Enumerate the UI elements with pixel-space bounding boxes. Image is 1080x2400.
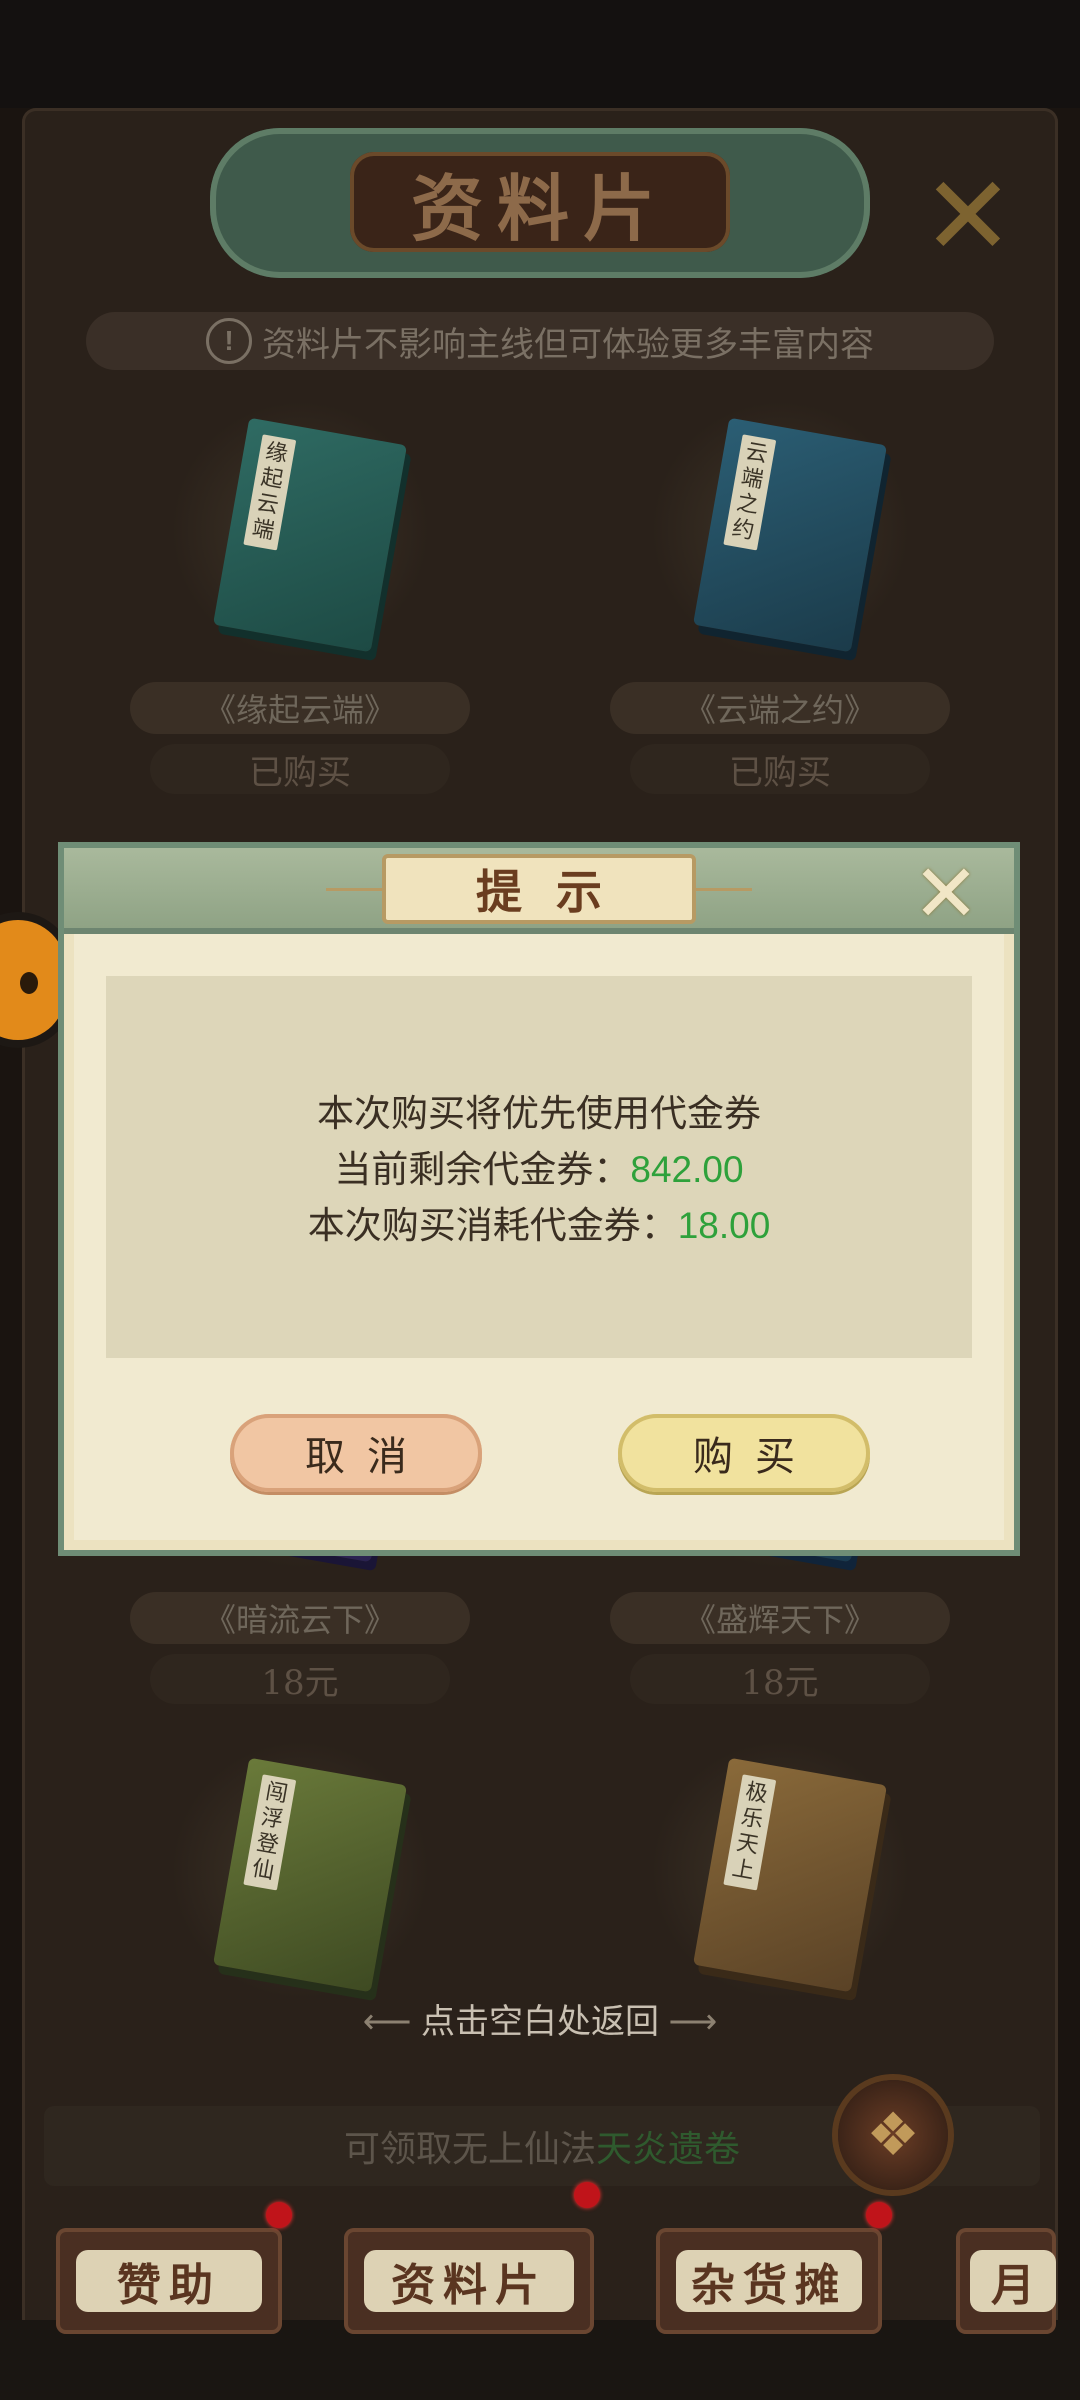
dialog-header: 提示 ✕ — [64, 848, 1014, 934]
purchase-dialog: 提示 ✕ 本次购买将优先使用代金券 当前剩余代金券：842.00 本次购买消耗代… — [64, 848, 1014, 1550]
cancel-button[interactable]: 取消 — [230, 1414, 482, 1492]
dialog-content: 本次购买将优先使用代金券 当前剩余代金券：842.00 本次购买消耗代金券：18… — [106, 976, 972, 1358]
dialog-close-icon[interactable]: ✕ — [910, 854, 982, 934]
cost-vouchers: 18.00 — [677, 1205, 771, 1246]
dialog-title: 提示 — [382, 854, 696, 924]
message-line-3: 本次购买消耗代金券：18.00 — [307, 1205, 771, 1246]
buy-button[interactable]: 购买 — [618, 1414, 870, 1492]
dialog-message: 本次购买将优先使用代金券 当前剩余代金券：842.00 本次购买消耗代金券：18… — [106, 1086, 972, 1254]
message-line-2: 当前剩余代金券：842.00 — [334, 1149, 744, 1190]
remaining-vouchers: 842.00 — [630, 1149, 744, 1190]
message-line-1: 本次购买将优先使用代金券 — [317, 1093, 761, 1134]
